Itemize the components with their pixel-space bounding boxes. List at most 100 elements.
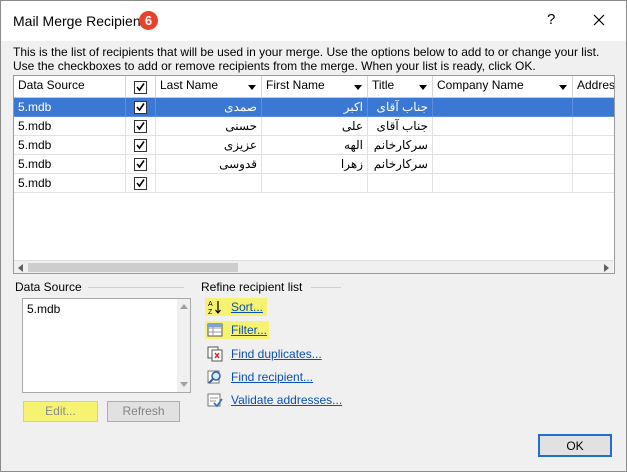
ok-button[interactable]: OK: [538, 434, 612, 457]
check-icon: [136, 160, 145, 169]
svg-text:A: A: [208, 301, 213, 308]
select-all-checkbox[interactable]: [134, 81, 147, 94]
cell-address[interactable]: [573, 136, 614, 155]
cell-last-name[interactable]: عزیزی: [156, 136, 262, 155]
column-header-address[interactable]: Address: [573, 76, 615, 98]
title-bar: Mail Merge Recipients 6 ?: [1, 1, 626, 41]
row-checkbox[interactable]: [134, 139, 147, 152]
cell-company-name[interactable]: [433, 174, 573, 193]
step-badge: 6: [139, 11, 158, 30]
cell-data-source[interactable]: 5.mdb: [14, 98, 126, 117]
recipient-grid: Data Source Last Name First Name Title C…: [13, 75, 615, 274]
svg-text:Z: Z: [208, 309, 213, 315]
scroll-right-icon[interactable]: [604, 264, 609, 272]
dialog-title: Mail Merge Recipients: [13, 13, 152, 29]
data-source-list-item[interactable]: 5.mdb: [27, 302, 60, 316]
refine-group-label: Refine recipient list: [201, 280, 303, 294]
magnifier-icon: [207, 370, 221, 384]
find-recipient-label: Find recipient...: [231, 370, 314, 384]
group-divider: [88, 287, 184, 288]
vertical-scrollbar[interactable]: [177, 299, 190, 392]
scroll-up-icon[interactable]: [180, 304, 188, 309]
column-header-last-name[interactable]: Last Name: [156, 76, 262, 98]
check-icon: [136, 83, 145, 92]
table-row[interactable]: 5.mdb صمدی اکبر جناب آقای: [14, 98, 614, 117]
sort-label: Sort...: [231, 300, 264, 314]
cell-first-name[interactable]: زهرا: [262, 155, 368, 174]
column-header-title[interactable]: Title: [368, 76, 433, 98]
cell-last-name[interactable]: حسنی: [156, 117, 262, 136]
cell-checkbox[interactable]: [126, 174, 156, 193]
cell-last-name[interactable]: [156, 174, 262, 193]
group-divider: [311, 287, 341, 288]
mail-merge-recipients-dialog: Mail Merge Recipients 6 ? This is the li…: [0, 0, 627, 472]
sort-link[interactable]: A Z Sort...: [205, 298, 267, 316]
row-checkbox[interactable]: [134, 158, 147, 171]
column-label: Data Source: [18, 78, 85, 92]
chevron-down-icon[interactable]: [559, 85, 567, 90]
scroll-down-icon[interactable]: [180, 382, 188, 387]
help-button[interactable]: ?: [547, 11, 555, 28]
row-checkbox[interactable]: [134, 101, 147, 114]
check-icon: [136, 122, 145, 131]
cell-first-name[interactable]: علی: [262, 117, 368, 136]
filter-link[interactable]: Filter...: [205, 321, 269, 339]
cell-first-name[interactable]: اکبر: [262, 98, 368, 117]
cell-title[interactable]: سرکارخانم: [368, 155, 433, 174]
cell-company-name[interactable]: [433, 155, 573, 174]
cell-data-source[interactable]: 5.mdb: [14, 117, 126, 136]
column-header-company-name[interactable]: Company Name: [433, 76, 573, 98]
chevron-down-icon[interactable]: [419, 85, 427, 90]
cell-checkbox[interactable]: [126, 98, 156, 117]
close-button[interactable]: [586, 7, 612, 33]
cell-address[interactable]: [573, 117, 614, 136]
cell-company-name[interactable]: [433, 117, 573, 136]
cell-first-name[interactable]: الهه: [262, 136, 368, 155]
sort-az-icon: A Z: [208, 301, 221, 315]
intro-text: This is the list of recipients that will…: [13, 45, 600, 73]
chevron-down-icon[interactable]: [248, 85, 256, 90]
cell-first-name[interactable]: [262, 174, 368, 193]
cell-data-source[interactable]: 5.mdb: [14, 174, 126, 193]
table-row[interactable]: 5.mdb عزیزی الهه سرکارخانم: [14, 136, 614, 155]
horizontal-scrollbar[interactable]: [14, 260, 613, 273]
cell-checkbox[interactable]: [126, 136, 156, 155]
validate-addresses-label: Validate addresses...: [231, 393, 343, 407]
validate-icon: [207, 393, 223, 408]
table-row[interactable]: 5.mdb قدوسی زهرا سرکارخانم: [14, 155, 614, 174]
cell-data-source[interactable]: 5.mdb: [14, 136, 126, 155]
check-icon: [136, 179, 145, 188]
column-header-first-name[interactable]: First Name: [262, 76, 368, 98]
column-header-data-source[interactable]: Data Source: [14, 76, 126, 98]
table-row[interactable]: 5.mdb حسنی علی جناب آقای: [14, 117, 614, 136]
cell-last-name[interactable]: صمدی: [156, 98, 262, 117]
row-checkbox[interactable]: [134, 177, 147, 190]
cell-last-name[interactable]: قدوسی: [156, 155, 262, 174]
cell-checkbox[interactable]: [126, 117, 156, 136]
refresh-button[interactable]: Refresh: [107, 401, 180, 422]
data-source-list[interactable]: 5.mdb: [22, 298, 191, 393]
cell-title[interactable]: جناب آقای: [368, 117, 433, 136]
cell-title[interactable]: [368, 174, 433, 193]
column-label: Address: [577, 78, 615, 92]
cell-company-name[interactable]: [433, 98, 573, 117]
edit-button[interactable]: Edit...: [23, 401, 98, 422]
scroll-left-icon[interactable]: [18, 264, 23, 272]
cell-address[interactable]: [573, 155, 614, 174]
data-source-group-label: Data Source: [15, 280, 82, 294]
cell-data-source[interactable]: 5.mdb: [14, 155, 126, 174]
table-row[interactable]: 5.mdb: [14, 174, 614, 193]
cell-company-name[interactable]: [433, 136, 573, 155]
filter-label: Filter...: [231, 323, 268, 337]
column-label: Title: [372, 78, 395, 92]
row-checkbox[interactable]: [134, 120, 147, 133]
chevron-down-icon[interactable]: [354, 85, 362, 90]
cell-title[interactable]: جناب آقای: [368, 98, 433, 117]
cell-address[interactable]: [573, 98, 614, 117]
filter-icon: [207, 323, 223, 337]
column-header-checkbox[interactable]: [126, 76, 156, 98]
cell-address[interactable]: [573, 174, 614, 193]
cell-checkbox[interactable]: [126, 155, 156, 174]
scrollbar-thumb[interactable]: [28, 263, 238, 272]
cell-title[interactable]: سرکارخانم: [368, 136, 433, 155]
